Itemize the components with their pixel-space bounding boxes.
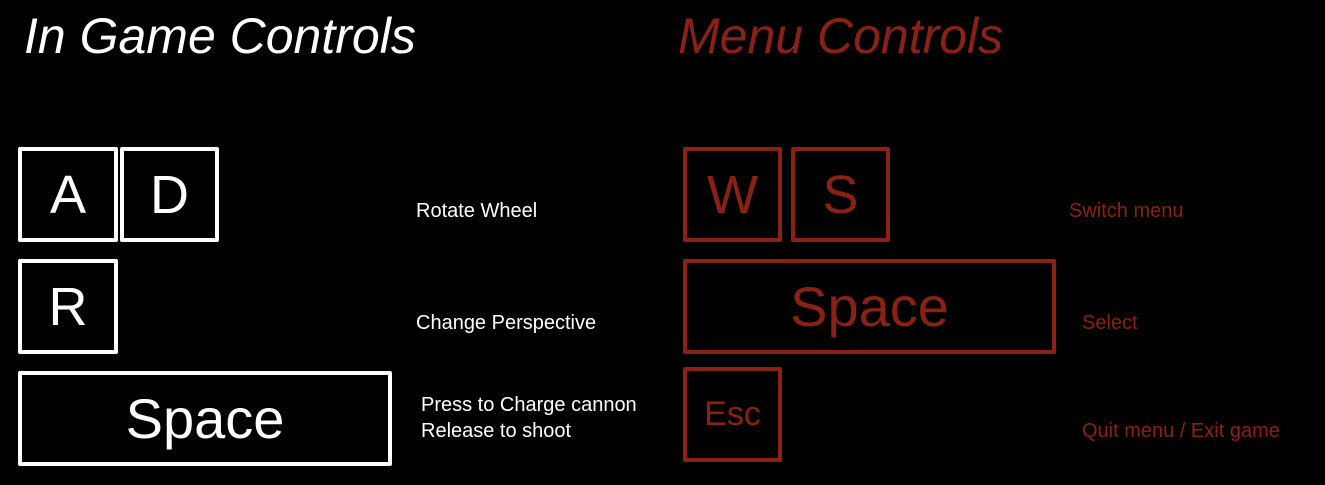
charge-cannon-label: Press to Charge cannon Release to shoot [421, 392, 637, 444]
charge-cannon-line2: Release to shoot [421, 420, 572, 442]
change-perspective-label: Change Perspective [416, 312, 597, 334]
key-r-label: R [48, 276, 88, 337]
key-menu-space-label: Space [790, 275, 949, 338]
in-game-controls-heading: In Game Controls [24, 8, 416, 64]
key-menu-space: Space [683, 259, 1056, 354]
key-s: S [791, 147, 890, 242]
key-a: A [18, 147, 118, 242]
rotate-wheel-label: Rotate Wheel [416, 200, 538, 222]
key-w: W [683, 147, 782, 242]
quit-menu-label: Quit menu / Exit game [1082, 420, 1280, 442]
key-esc-label: Esc [704, 395, 761, 433]
key-s-label: S [822, 164, 859, 225]
key-space: Space [18, 371, 392, 466]
charge-cannon-line1: Press to Charge cannon [421, 394, 637, 416]
key-space-label: Space [125, 387, 285, 450]
key-r: R [18, 259, 118, 354]
key-a-label: A [49, 164, 87, 225]
key-esc: Esc [683, 367, 782, 462]
key-w-label: W [707, 164, 758, 225]
menu-controls-heading: Menu Controls [678, 8, 1004, 64]
switch-menu-label: Switch menu [1069, 200, 1184, 222]
key-d: D [120, 147, 219, 242]
select-label: Select [1082, 312, 1138, 334]
key-d-label: D [150, 164, 189, 225]
